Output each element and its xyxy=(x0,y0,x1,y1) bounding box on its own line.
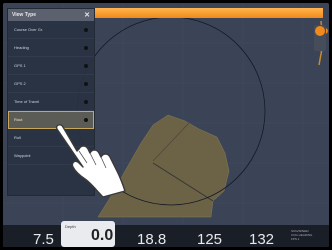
menu-item-course-over-ground[interactable]: Course Over Gr. xyxy=(8,21,94,39)
menu-item-gps-2[interactable]: GPS 2 xyxy=(8,75,94,93)
data-value-4: 132 xyxy=(249,231,275,247)
radio-icon xyxy=(84,81,88,86)
menu-title: View Type xyxy=(12,12,36,18)
status-bar xyxy=(93,8,323,18)
radio-icon xyxy=(84,99,88,104)
menu-item-heading[interactable]: Heading xyxy=(8,39,94,57)
menu-title-bar: View Type ✕ xyxy=(8,9,94,21)
radio-icon xyxy=(84,63,88,68)
unit-label: FPS 1 xyxy=(291,237,300,241)
data-value-2: 18.8 xyxy=(137,231,167,247)
depth-label: Depth xyxy=(65,224,76,229)
menu-item-time-of-travel[interactable]: Time of Travel xyxy=(8,93,94,111)
hand-pointer-icon xyxy=(55,124,126,198)
radio-icon xyxy=(84,27,88,32)
menu-item-label: Time of Travel xyxy=(14,99,40,104)
menu-item-label: Course Over Gr. xyxy=(14,27,44,32)
menu-item-label: Roll xyxy=(14,135,21,140)
data-bar: 7.5 Depth 0.0 18.8 125 132 SOG/SPEED COG… xyxy=(3,221,329,247)
data-value-speed: 7.5 xyxy=(33,231,54,247)
menu-item-label: GPS 1 xyxy=(14,63,26,68)
unit-labels: SOG/SPEED COG HEADING FPS 1 xyxy=(291,229,312,241)
menu-item-label: Waypoint xyxy=(14,153,31,158)
compass-icon xyxy=(315,26,325,36)
compass-button[interactable] xyxy=(314,25,326,51)
depth-value: 0.0 xyxy=(91,227,114,244)
radio-icon xyxy=(84,45,88,50)
data-value-3: 125 xyxy=(197,231,223,247)
menu-item-label: Heading xyxy=(14,45,29,50)
close-icon[interactable]: ✕ xyxy=(84,12,90,19)
chart-screen: View Type ✕ Course Over Gr. Heading GPS … xyxy=(3,3,329,247)
menu-item-label: GPS 2 xyxy=(14,81,26,86)
menu-item-gps-1[interactable]: GPS 1 xyxy=(8,57,94,75)
depth-readout[interactable]: Depth 0.0 xyxy=(61,221,115,247)
menu-item-label: Rout xyxy=(14,117,23,122)
